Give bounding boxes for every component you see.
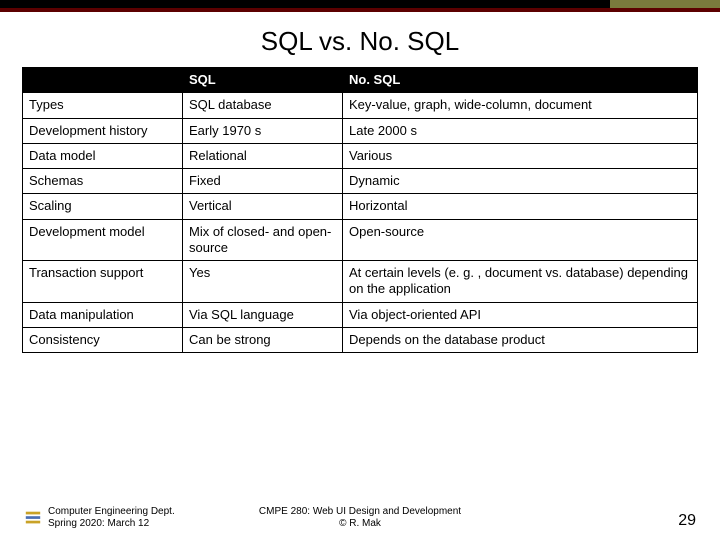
decor-top-olive-segment bbox=[610, 0, 720, 8]
footer-dept-line2: Spring 2020: March 12 bbox=[48, 518, 175, 530]
page-number: 29 bbox=[678, 512, 696, 530]
row-sql: Vertical bbox=[183, 194, 343, 219]
footer-dept: Computer Engineering Dept. Spring 2020: … bbox=[48, 506, 175, 530]
table-row: Development history Early 1970 s Late 20… bbox=[23, 118, 698, 143]
row-nosql: Horizontal bbox=[343, 194, 698, 219]
row-nosql: Key-value, graph, wide-column, document bbox=[343, 93, 698, 118]
row-label: Data model bbox=[23, 143, 183, 168]
table-row: Transaction support Yes At certain level… bbox=[23, 261, 698, 303]
decor-top-black-bar bbox=[0, 0, 720, 8]
row-label: Transaction support bbox=[23, 261, 183, 303]
row-label: Development model bbox=[23, 219, 183, 261]
table-row: Consistency Can be strong Depends on the… bbox=[23, 327, 698, 352]
footer-course: CMPE 280: Web UI Design and Development bbox=[259, 506, 461, 518]
row-label: Schemas bbox=[23, 169, 183, 194]
table-row: Scaling Vertical Horizontal bbox=[23, 194, 698, 219]
row-nosql: Depends on the database product bbox=[343, 327, 698, 352]
table-header-row: SQL No. SQL bbox=[23, 68, 698, 93]
comparison-table: SQL No. SQL Types SQL database Key-value… bbox=[22, 67, 698, 353]
decor-maroon-bar bbox=[0, 8, 720, 12]
table-row: Development model Mix of closed- and ope… bbox=[23, 219, 698, 261]
table-row: Data model Relational Various bbox=[23, 143, 698, 168]
footer-copyright: © R. Mak bbox=[259, 518, 461, 530]
row-nosql: Various bbox=[343, 143, 698, 168]
row-nosql: At certain levels (e. g. , document vs. … bbox=[343, 261, 698, 303]
table-row: Data manipulation Via SQL language Via o… bbox=[23, 302, 698, 327]
row-label: Types bbox=[23, 93, 183, 118]
row-sql: Mix of closed- and open-source bbox=[183, 219, 343, 261]
row-nosql: Late 2000 s bbox=[343, 118, 698, 143]
row-sql: Early 1970 s bbox=[183, 118, 343, 143]
row-label: Development history bbox=[23, 118, 183, 143]
table-row: Schemas Fixed Dynamic bbox=[23, 169, 698, 194]
row-sql: SQL database bbox=[183, 93, 343, 118]
row-label: Consistency bbox=[23, 327, 183, 352]
row-nosql: Via object-oriented API bbox=[343, 302, 698, 327]
comparison-table-wrap: SQL No. SQL Types SQL database Key-value… bbox=[0, 67, 720, 353]
row-nosql: Dynamic bbox=[343, 169, 698, 194]
row-nosql: Open-source bbox=[343, 219, 698, 261]
slide-footer: Computer Engineering Dept. Spring 2020: … bbox=[0, 506, 720, 530]
table-header-empty bbox=[23, 68, 183, 93]
table-row: Types SQL database Key-value, graph, wid… bbox=[23, 93, 698, 118]
sjsu-logo-icon bbox=[24, 509, 42, 527]
footer-dept-line1: Computer Engineering Dept. bbox=[48, 506, 175, 518]
row-sql: Via SQL language bbox=[183, 302, 343, 327]
row-sql: Can be strong bbox=[183, 327, 343, 352]
row-sql: Yes bbox=[183, 261, 343, 303]
row-label: Data manipulation bbox=[23, 302, 183, 327]
row-sql: Relational bbox=[183, 143, 343, 168]
table-header-sql: SQL bbox=[183, 68, 343, 93]
table-header-nosql: No. SQL bbox=[343, 68, 698, 93]
slide-title: SQL vs. No. SQL bbox=[0, 26, 720, 57]
row-label: Scaling bbox=[23, 194, 183, 219]
row-sql: Fixed bbox=[183, 169, 343, 194]
footer-center: CMPE 280: Web UI Design and Development … bbox=[259, 506, 461, 530]
